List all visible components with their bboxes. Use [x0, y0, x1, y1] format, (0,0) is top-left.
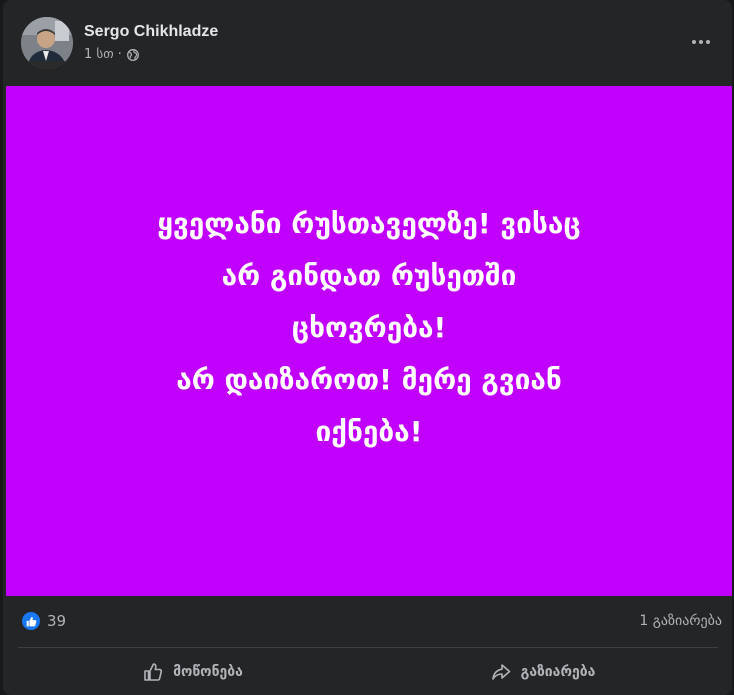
meta-separator: · — [117, 47, 122, 62]
globe-icon — [126, 49, 139, 61]
thumbs-up-icon — [144, 663, 163, 681]
avatar-photo — [21, 17, 73, 69]
share-arrow-icon — [491, 664, 510, 680]
reactions-count[interactable]: 39 — [47, 612, 66, 630]
post-banner[interactable]: ყველანი რუსთაველზე! ვისაც არ გინდათ რუსე… — [6, 86, 732, 596]
more-options-button[interactable] — [686, 29, 716, 55]
banner-line: ყველანი რუსთაველზე! ვისაც — [157, 207, 581, 240]
author-avatar[interactable] — [21, 17, 73, 69]
post-stats: 39 1 გაზიარება — [3, 597, 732, 647]
share-label: გაზიარება — [520, 664, 596, 680]
author-name[interactable]: Sergo Chikhladze — [84, 22, 218, 42]
more-options-dot — [706, 40, 710, 44]
banner-text: ყველანი რუსთაველზე! ვისაც არ გინდათ რუსე… — [49, 198, 689, 458]
post-card: Sergo Chikhladze 1 სთ · ყველანი რუსთაველ… — [3, 0, 732, 695]
banner-line: არ გინდათ რუსეთში — [221, 259, 517, 292]
banner-line: ცხოვრება! — [291, 311, 447, 344]
thumbs-up-icon — [26, 616, 36, 626]
actions-divider — [18, 647, 718, 648]
banner-line: არ დაიზაროთ! მერე გვიან — [176, 363, 562, 396]
banner-line: იქნება! — [315, 415, 423, 448]
post-header: Sergo Chikhladze 1 სთ · — [3, 0, 732, 86]
more-options-icon — [692, 40, 696, 44]
like-button[interactable]: მოწონება — [18, 652, 368, 692]
share-button[interactable]: გაზიარება — [368, 652, 718, 692]
like-label: მოწონება — [173, 664, 243, 680]
like-reaction-icon[interactable] — [22, 612, 40, 630]
post-timestamp[interactable]: 1 სთ — [84, 46, 114, 64]
post-actions: მოწონება გაზიარება — [18, 652, 718, 692]
more-options-dot — [699, 40, 703, 44]
shares-count[interactable]: 1 გაზიარება — [639, 612, 722, 630]
post-meta: 1 სთ · — [84, 46, 139, 64]
